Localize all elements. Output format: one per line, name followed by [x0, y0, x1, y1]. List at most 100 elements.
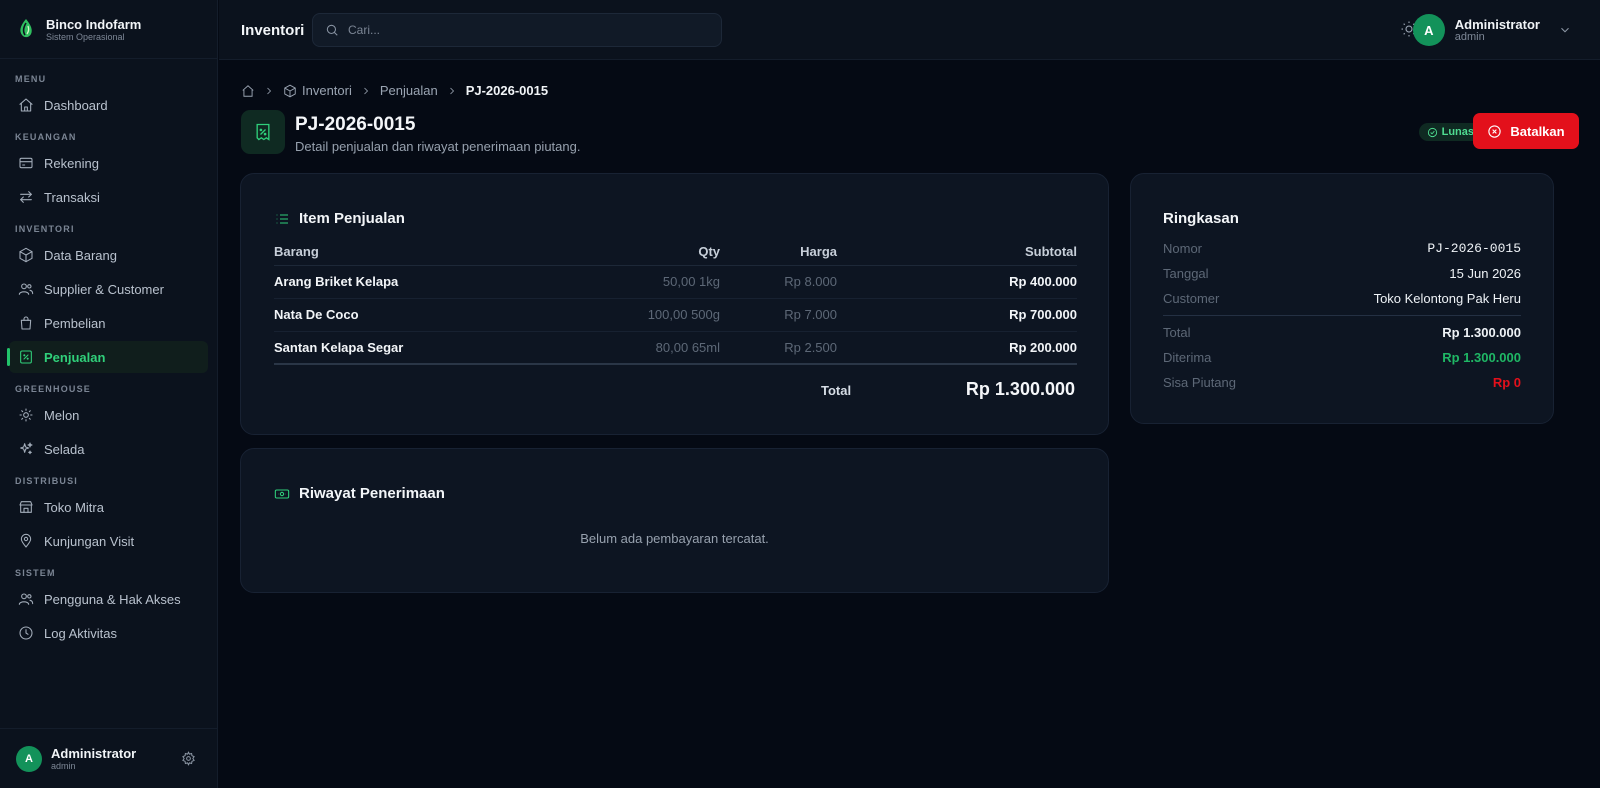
sidebar-item-label: Transaksi: [44, 189, 100, 205]
summary-label: Customer: [1163, 291, 1220, 306]
sidebar-item-label: Log Aktivitas: [44, 625, 117, 641]
item-qty: 50,00 1kg: [514, 265, 720, 299]
sidebar-item-melon[interactable]: Melon: [9, 399, 208, 431]
item-subtotal: Rp 400.000: [837, 265, 1077, 299]
summary-label: Diterima: [1163, 350, 1212, 365]
section-inventori: INVENTORI: [15, 224, 75, 234]
topbar-title: Inventori: [241, 22, 305, 39]
section-keuangan: KEUANGAN: [15, 132, 77, 142]
summary-label: Total: [1163, 325, 1191, 340]
item-price: Rp 2.500: [720, 331, 837, 365]
sidebar-item-selada[interactable]: Selada: [9, 433, 208, 465]
sidebar-user[interactable]: A Administrator admin: [0, 728, 218, 788]
sidebar-item-label: Data Barang: [44, 247, 117, 263]
home-icon[interactable]: [241, 84, 255, 98]
chevron-right-icon: [364, 87, 368, 94]
items-table: Barang Qty Harga Subtotal Arang Briket K…: [274, 238, 1077, 365]
summary-value-tanggal: 15 Jun 2026: [1449, 266, 1521, 281]
user-menu[interactable]: A Administrator admin: [1412, 14, 1572, 46]
breadcrumb-current: PJ-2026-0015: [465, 83, 549, 98]
main-content: Inventori Penjualan PJ-2026-0015 PJ-2026…: [219, 60, 1600, 788]
sidebar-item-toko-mitra[interactable]: Toko Mitra: [9, 491, 208, 523]
column-header-barang: Barang: [274, 238, 514, 266]
table-row: Nata De Coco 100,00 500g Rp 7.000 Rp 700…: [274, 298, 1077, 332]
search-input[interactable]: [348, 23, 688, 37]
users-icon: [18, 593, 34, 605]
items-card: Item Penjualan Barang Qty Harga Subtotal…: [240, 173, 1109, 435]
summary-value-sisa: Rp 0: [1492, 375, 1521, 390]
breadcrumb: Inventori Penjualan PJ-2026-0015: [241, 83, 548, 98]
search-icon: [326, 24, 338, 36]
leaf-logo-icon: [20, 19, 32, 38]
table-row: Santan Kelapa Segar 80,00 65ml Rp 2.500 …: [274, 331, 1077, 365]
sidebar-item-transaksi[interactable]: Transaksi: [9, 181, 208, 213]
sidebar-item-label: Pengguna & Hak Akses: [44, 591, 181, 607]
users-icon: [18, 283, 34, 295]
sidebar-item-dashboard[interactable]: Dashboard: [9, 89, 208, 121]
list-icon: [276, 213, 288, 224]
section-sistem: SISTEM: [15, 568, 56, 578]
item-name: Arang Briket Kelapa: [274, 265, 514, 299]
item-price: Rp 7.000: [720, 298, 837, 332]
column-header-harga: Harga: [720, 238, 837, 266]
section-greenhouse: GREENHOUSE: [15, 384, 92, 394]
brand-name: Binco Indofarm: [46, 16, 142, 32]
sidebar-item-label: Toko Mitra: [44, 499, 104, 515]
sun-icon: [19, 408, 33, 422]
column-header-qty: Qty: [514, 238, 720, 266]
sidebar-nav: MENU Dashboard KEUANGAN Rekening Transak…: [0, 59, 217, 649]
topbar: Inventori A Administrator admin: [219, 0, 1600, 60]
empty-state-message: Belum ada pembayaran tercatat.: [580, 531, 769, 546]
sidebar-item-label: Rekening: [44, 155, 99, 171]
sidebar-item-log-aktivitas[interactable]: Log Aktivitas: [9, 617, 208, 649]
package-icon: [19, 247, 33, 263]
sidebar-item-supplier-customer[interactable]: Supplier & Customer: [9, 273, 208, 305]
map-pin-icon: [20, 533, 32, 548]
section-distribusi: DISTRIBUSI: [15, 476, 79, 486]
user-name: Administrator: [51, 745, 137, 761]
chevron-down-icon: [1561, 27, 1569, 33]
divider: [1163, 315, 1521, 316]
summary-row-nomor: Nomor PJ-2026-0015: [1163, 241, 1521, 256]
clock-icon: [19, 626, 33, 640]
avatar: A: [16, 745, 42, 772]
arrows-left-right-icon: [20, 191, 32, 203]
breadcrumb-inventori[interactable]: Inventori: [283, 83, 352, 98]
page-subtitle: Detail penjualan dan riwayat penerimaan …: [295, 139, 581, 154]
sidebar-item-data-barang[interactable]: Data Barang: [9, 239, 208, 271]
breadcrumb-label: Inventori: [302, 83, 352, 98]
receipts-card-title: Riwayat Penerimaan: [274, 485, 445, 502]
page-title: PJ-2026-0015: [295, 114, 416, 135]
sidebar-item-pengguna[interactable]: Pengguna & Hak Akses: [9, 583, 208, 615]
items-card-title: Item Penjualan: [274, 210, 405, 227]
breadcrumb-penjualan[interactable]: Penjualan: [380, 83, 438, 98]
chevron-right-icon: [267, 87, 272, 94]
summary-card-title: Ringkasan: [1163, 210, 1239, 227]
avatar: A: [1412, 14, 1445, 46]
brand-subtitle: Sistem Operasional: [46, 31, 125, 42]
summary-card: Ringkasan Nomor PJ-2026-0015 Tanggal 15 …: [1130, 173, 1554, 424]
summary-row-tanggal: Tanggal 15 Jun 2026: [1163, 266, 1521, 281]
sidebar-item-pembelian[interactable]: Pembelian: [9, 307, 208, 339]
card-title-label: Item Penjualan: [299, 210, 405, 227]
card-title-label: Ringkasan: [1163, 210, 1239, 227]
user-name: Administrator: [1454, 17, 1540, 32]
sidebar-item-penjualan[interactable]: Penjualan: [7, 341, 208, 373]
brand[interactable]: Binco Indofarm Sistem Operasional: [0, 0, 217, 59]
item-price: Rp 8.000: [720, 265, 837, 299]
sidebar-item-rekening[interactable]: Rekening: [9, 147, 208, 179]
item-subtotal: Rp 700.000: [837, 298, 1077, 332]
summary-value-diterima: Rp 1.300.000: [1442, 350, 1521, 365]
user-role: admin: [51, 760, 76, 771]
table-header-row: Barang Qty Harga Subtotal: [274, 238, 1077, 266]
search-box[interactable]: [312, 13, 722, 47]
sidebar-item-kunjungan-visit[interactable]: Kunjungan Visit: [9, 525, 208, 557]
gear-icon[interactable]: [181, 751, 196, 766]
cancel-button[interactable]: Batalkan: [1473, 113, 1579, 149]
summary-value-customer: Toko Kelontong Pak Heru: [1373, 291, 1521, 306]
summary-value-nomor: PJ-2026-0015: [1427, 241, 1521, 256]
item-name: Nata De Coco: [274, 298, 514, 332]
store-icon: [19, 501, 33, 513]
banknote-icon: [274, 488, 290, 499]
receipts-card: Riwayat Penerimaan Belum ada pembayaran …: [240, 448, 1109, 593]
